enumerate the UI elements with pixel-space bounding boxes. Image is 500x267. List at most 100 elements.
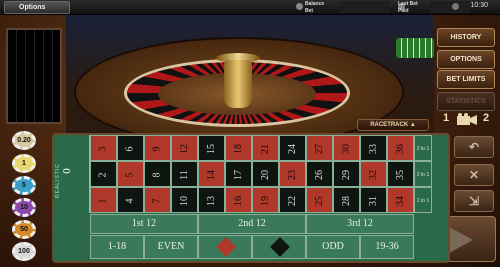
number-label: 24 xyxy=(286,144,298,154)
chip-2[interactable]: 5 xyxy=(12,176,36,195)
number-label: 10 xyxy=(178,196,190,206)
paid-value xyxy=(430,8,470,13)
black-bet-cell[interactable] xyxy=(252,235,306,259)
balance-icon xyxy=(296,3,303,10)
number-label: 20 xyxy=(259,170,271,180)
chip-0[interactable]: 0.20 xyxy=(12,131,36,150)
red-bet-cell[interactable] xyxy=(198,235,252,259)
bet-limits-button[interactable]: BET LIMITS xyxy=(437,70,495,89)
number-cell[interactable]: 26 xyxy=(306,161,333,187)
camera-icon[interactable] xyxy=(457,113,477,125)
column-bet-cell[interactable]: 2 to 1 xyxy=(414,161,432,187)
number-cell[interactable]: 4 xyxy=(117,187,144,213)
racetrack-button[interactable]: RACETRACK ▲ xyxy=(357,119,429,131)
number-cell[interactable]: 35 xyxy=(387,161,414,187)
number-label: 11 xyxy=(178,170,190,180)
number-label: 21 xyxy=(259,144,271,154)
top-bar: Options Balance Bet Last Bet Paid 10:30 xyxy=(0,0,500,15)
number-cell[interactable]: 34 xyxy=(387,187,414,213)
number-cell[interactable]: 12 xyxy=(171,135,198,161)
number-cell[interactable]: 36 xyxy=(387,135,414,161)
realistic-label: REALISTIC xyxy=(55,163,61,198)
number-label: 14 xyxy=(205,170,217,180)
number-label: 31 xyxy=(367,196,379,206)
number-cell[interactable]: 28 xyxy=(333,187,360,213)
number-cell[interactable]: 25 xyxy=(306,187,333,213)
history-button[interactable]: HISTORY xyxy=(437,28,495,47)
number-cell[interactable]: 30 xyxy=(333,135,360,161)
number-cell[interactable]: 24 xyxy=(279,135,306,161)
column-bet-cell[interactable]: 2 to 1 xyxy=(414,187,432,213)
outside-bet-cell[interactable]: EVEN xyxy=(144,235,198,259)
number-label: 25 xyxy=(313,196,325,206)
options-button[interactable]: Options xyxy=(4,1,70,14)
number-cell[interactable]: 23 xyxy=(279,161,306,187)
statistics-button[interactable]: STATISTICS xyxy=(437,92,495,111)
number-cell[interactable]: 6 xyxy=(117,135,144,161)
options-button-label: OPTIONS xyxy=(450,56,482,63)
balance-label: Balance xyxy=(305,1,325,7)
clear-bets-button[interactable]: ✕ xyxy=(454,164,494,186)
outside-bet-cell[interactable]: 1-18 xyxy=(90,235,144,259)
number-cell[interactable]: 32 xyxy=(360,161,387,187)
chip-stack-decor xyxy=(396,38,434,58)
dozen-bet-cell[interactable]: 1st 12 xyxy=(90,214,198,234)
number-cell[interactable]: 7 xyxy=(144,187,171,213)
undo-button[interactable]: ↶ xyxy=(454,136,494,158)
number-label: 32 xyxy=(367,170,379,180)
number-cell[interactable]: 13 xyxy=(198,187,225,213)
number-cell[interactable]: 21 xyxy=(252,135,279,161)
number-label: 5 xyxy=(124,172,136,178)
number-cell[interactable]: 5 xyxy=(117,161,144,187)
roulette-wheel-area xyxy=(66,15,434,133)
statistics-button-label: STATISTICS xyxy=(446,98,486,105)
number-cell[interactable]: 17 xyxy=(225,161,252,187)
number-label: 1 xyxy=(97,198,109,204)
history-board xyxy=(6,28,62,124)
column-bet-cell[interactable]: 2 to 1 xyxy=(414,135,432,161)
options-menu-button[interactable]: OPTIONS xyxy=(437,50,495,69)
last-bet-label: Last Bet xyxy=(398,1,418,7)
number-cell[interactable]: 31 xyxy=(360,187,387,213)
number-cell[interactable]: 27 xyxy=(306,135,333,161)
number-cell[interactable]: 1 xyxy=(90,187,117,213)
number-cell[interactable]: 29 xyxy=(333,161,360,187)
view-2-button[interactable]: 2 xyxy=(480,110,492,126)
view-1-button[interactable]: 1 xyxy=(440,110,452,126)
chip-3[interactable]: 10 xyxy=(12,198,36,217)
number-cell[interactable]: 2 xyxy=(90,161,117,187)
number-cell[interactable]: 3 xyxy=(90,135,117,161)
number-label: 8 xyxy=(151,172,163,178)
number-cell[interactable]: 14 xyxy=(198,161,225,187)
zero-label: 0 xyxy=(60,168,73,174)
number-cell[interactable]: 8 xyxy=(144,161,171,187)
number-cell[interactable]: 20 xyxy=(252,161,279,187)
number-label: 2 xyxy=(97,172,109,178)
black-diamond-icon xyxy=(270,237,290,257)
number-cell[interactable]: 22 xyxy=(279,187,306,213)
number-label: 17 xyxy=(232,170,244,180)
chip-1[interactable]: 1 xyxy=(12,154,36,173)
chip-5[interactable]: 100 xyxy=(12,242,36,261)
bet-label: Bet xyxy=(305,8,314,14)
chip-4[interactable]: 50 xyxy=(12,220,36,239)
number-label: 27 xyxy=(313,144,325,154)
number-cell[interactable]: 33 xyxy=(360,135,387,161)
double-bet-button[interactable]: ⇲ xyxy=(454,190,494,212)
outside-bet-cell[interactable]: ODD xyxy=(306,235,360,259)
number-cell[interactable]: 19 xyxy=(252,187,279,213)
camera-view-switch: 1 2 xyxy=(440,110,494,128)
number-cell[interactable]: 18 xyxy=(225,135,252,161)
last-bet-value xyxy=(430,1,470,6)
number-cell[interactable]: 15 xyxy=(198,135,225,161)
number-cell[interactable]: 9 xyxy=(144,135,171,161)
outside-bet-cell[interactable]: 19-36 xyxy=(360,235,414,259)
dozen-bet-cell[interactable]: 2nd 12 xyxy=(198,214,306,234)
number-cell[interactable]: 16 xyxy=(225,187,252,213)
dozen-bet-cell[interactable]: 3rd 12 xyxy=(306,214,414,234)
sound-icon[interactable] xyxy=(452,3,459,10)
number-cell[interactable]: 10 xyxy=(171,187,198,213)
clock: 10:30 xyxy=(470,2,488,9)
play-icon xyxy=(449,227,473,253)
number-cell[interactable]: 11 xyxy=(171,161,198,187)
